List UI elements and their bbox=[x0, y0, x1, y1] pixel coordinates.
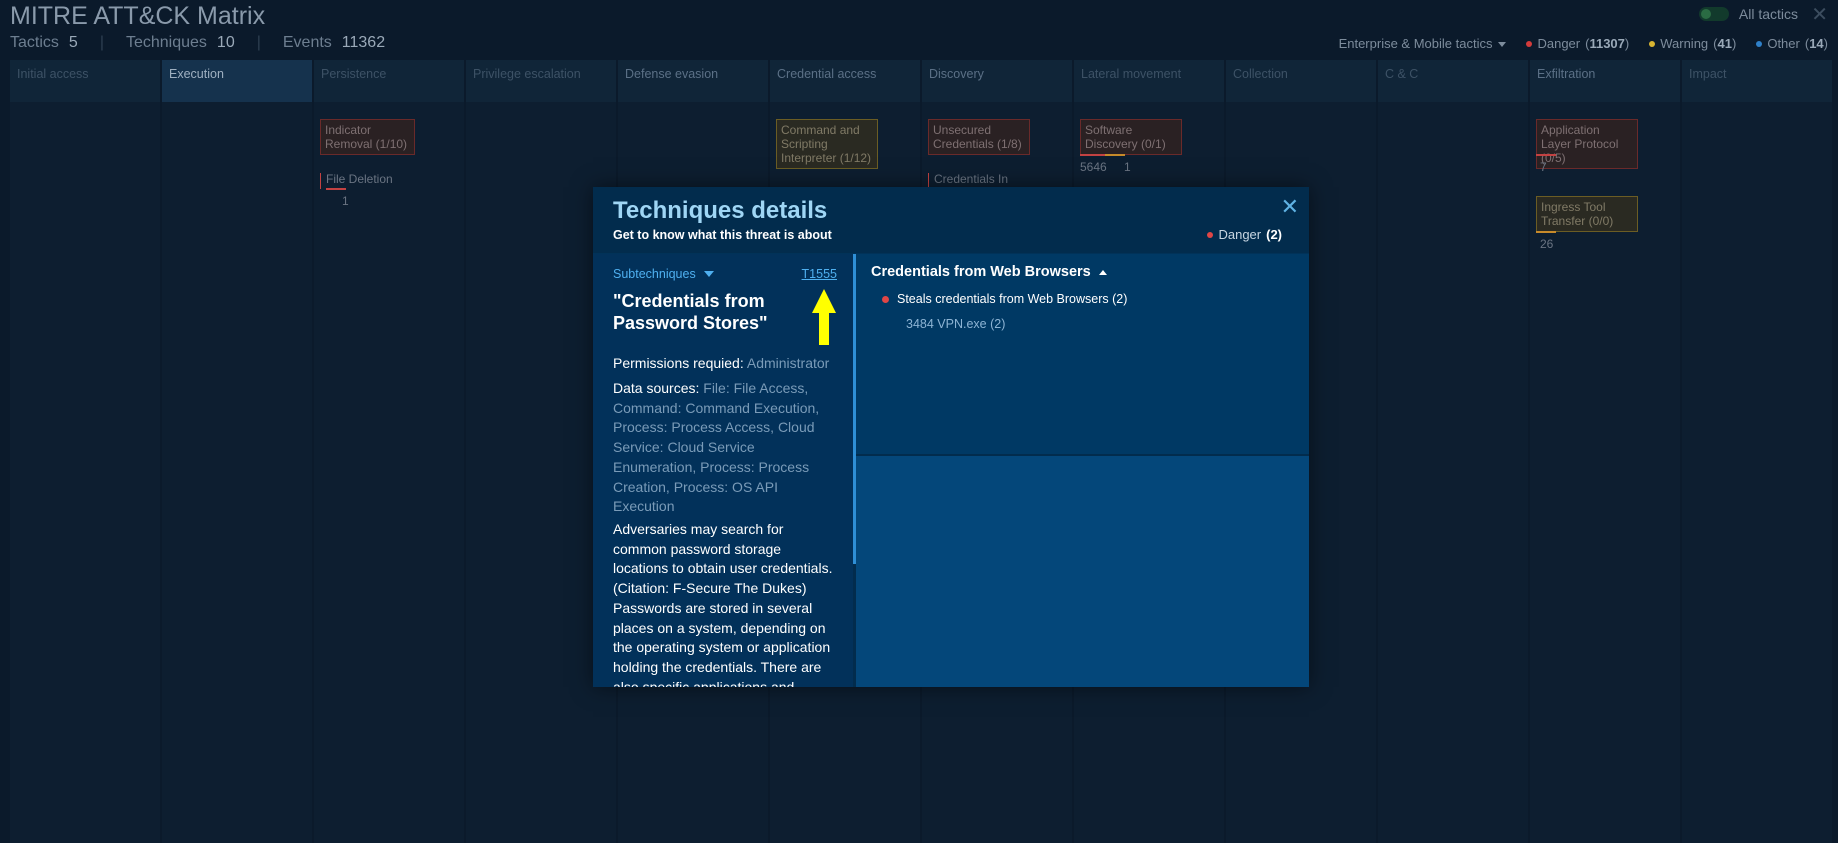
legend-danger[interactable]: Danger (11307) bbox=[1526, 36, 1629, 51]
all-tactics-toggle-row[interactable]: All tactics bbox=[1698, 6, 1798, 22]
danger-bar bbox=[1080, 154, 1105, 156]
permissions-label: Permissions requied: bbox=[613, 355, 744, 371]
legend-warning-label: Warning bbox=[1660, 36, 1709, 51]
danger-dot-icon bbox=[1526, 40, 1533, 47]
tactics-label: Tactics bbox=[10, 34, 59, 51]
techniques-label: Techniques bbox=[125, 34, 207, 51]
subtechnique-row[interactable]: Credentials In bbox=[934, 172, 1008, 186]
chevron-up-icon bbox=[1098, 269, 1107, 275]
legend-warning[interactable]: Warning (41) bbox=[1649, 36, 1736, 51]
close-icon[interactable]: ✕ bbox=[1811, 2, 1828, 27]
permissions-row: Permissions requied: Administrator bbox=[613, 355, 829, 371]
data-sources-label: Data sources: bbox=[613, 380, 700, 396]
status-badge: Danger (2) bbox=[1207, 227, 1282, 242]
filter-bar: Enterprise & Mobile tactics Danger (1130… bbox=[1339, 36, 1828, 51]
danger-dot-icon bbox=[1207, 231, 1214, 238]
details-empty-panel bbox=[856, 456, 1309, 687]
technique-id-link[interactable]: T1555 bbox=[802, 267, 837, 281]
tactic-header[interactable]: C & C bbox=[1378, 60, 1528, 102]
column-exfiltration: Exfiltration Application Layer Protocol … bbox=[1530, 60, 1680, 843]
techniques-details-modal: Techniques details Get to know what this… bbox=[593, 187, 1309, 687]
column-impact: Impact bbox=[1682, 60, 1832, 843]
all-tactics-label: All tactics bbox=[1738, 6, 1798, 22]
app-title: MITRE ATT&CK Matrix bbox=[10, 2, 266, 30]
technique-card[interactable]: Software Discovery (0/1) bbox=[1080, 119, 1182, 155]
danger-bar bbox=[326, 188, 346, 190]
technique-card[interactable]: Unsecured Credentials (1/8) bbox=[928, 119, 1030, 155]
warning-bar bbox=[1105, 154, 1125, 156]
tactic-header[interactable]: Privilege escalation bbox=[466, 60, 616, 102]
subtechniques-dropdown[interactable]: Subtechniques bbox=[613, 267, 714, 281]
column-persistence: Persistence Indicator Removal (1/10) Fil… bbox=[314, 60, 464, 843]
events-count: 11362 bbox=[341, 34, 386, 51]
technique-description: Adversaries may search for common passwo… bbox=[613, 521, 833, 687]
tactic-header[interactable]: Impact bbox=[1682, 60, 1832, 102]
danger-dot-icon bbox=[882, 295, 889, 303]
event-count: 26 bbox=[1540, 237, 1554, 251]
tactic-header[interactable]: Credential access bbox=[770, 60, 920, 102]
detection-item[interactable]: Steals credentials from Web Browsers (2) bbox=[882, 292, 1127, 306]
technique-card[interactable]: Command and Scripting Interpreter (1/12) bbox=[776, 119, 878, 169]
badge-label: Danger bbox=[1218, 227, 1262, 242]
subtechnique-title: Credentials from Web Browsers bbox=[871, 264, 1091, 280]
other-dot-icon bbox=[1756, 40, 1763, 47]
stats-bar: Tactics 5 | Techniques 10 | Events 11362 bbox=[10, 34, 385, 52]
tactic-header[interactable]: Lateral movement bbox=[1074, 60, 1224, 102]
tactic-header[interactable]: Exfiltration bbox=[1530, 60, 1680, 102]
tactic-header[interactable]: Execution bbox=[162, 60, 312, 102]
chevron-down-icon bbox=[703, 271, 714, 277]
technique-name: "Credentials from Password Stores" bbox=[613, 291, 768, 333]
legend-danger-label: Danger bbox=[1537, 36, 1581, 51]
all-tactics-toggle[interactable] bbox=[1698, 7, 1729, 21]
arrow-up-icon bbox=[812, 289, 836, 345]
close-icon[interactable]: ✕ bbox=[1281, 194, 1299, 220]
legend-other-label: Other bbox=[1767, 36, 1800, 51]
tactics-count: 5 bbox=[68, 34, 78, 51]
warning-bar bbox=[1536, 231, 1556, 233]
subtechnique-count: 1 bbox=[342, 194, 349, 208]
technique-card[interactable]: Indicator Removal (1/10) bbox=[320, 119, 415, 155]
danger-bar bbox=[320, 173, 321, 189]
subtechnique-header[interactable]: Credentials from Web Browsers bbox=[871, 264, 1107, 280]
modal-subtitle: Get to know what this threat is about bbox=[613, 228, 832, 242]
tactic-header[interactable]: Defense evasion bbox=[618, 60, 768, 102]
event-count: 1 bbox=[1124, 160, 1131, 174]
legend-other-count: (14) bbox=[1804, 36, 1828, 51]
badge-count: (2) bbox=[1266, 227, 1282, 242]
tactic-header[interactable]: Collection bbox=[1226, 60, 1376, 102]
event-count: 5646 bbox=[1080, 160, 1107, 174]
permissions-value: Administrator bbox=[746, 355, 830, 371]
modal-title: Techniques details bbox=[613, 197, 828, 224]
detection-label: Steals credentials from Web Browsers (2) bbox=[897, 292, 1128, 306]
warning-dot-icon bbox=[1649, 40, 1656, 47]
tactic-header[interactable]: Initial access bbox=[10, 60, 160, 102]
tactics-dropdown-label: Enterprise & Mobile tactics bbox=[1338, 36, 1493, 51]
technique-info-pane[interactable]: Subtechniques T1555 "Credentials from Pa… bbox=[593, 254, 853, 687]
chevron-down-icon bbox=[1498, 42, 1507, 48]
column-c-and-c: C & C bbox=[1378, 60, 1528, 843]
column-execution: Execution bbox=[162, 60, 312, 843]
data-sources-value: File: File Access, Command: Command Exec… bbox=[613, 380, 820, 515]
techniques-count: 10 bbox=[216, 34, 235, 51]
process-item[interactable]: 3484 VPN.exe (2) bbox=[906, 317, 1005, 331]
data-sources: Data sources: File: File Access, Command… bbox=[613, 379, 838, 517]
tactics-dropdown[interactable]: Enterprise & Mobile tactics bbox=[1339, 36, 1507, 51]
column-initial-access: Initial access bbox=[10, 60, 160, 843]
subtechnique-panel: Credentials from Web Browsers Steals cre… bbox=[856, 254, 1309, 454]
event-count: 7 bbox=[1540, 160, 1547, 174]
technique-card[interactable]: Application Layer Protocol (0/5) bbox=[1536, 119, 1638, 169]
legend-danger-count: (11307) bbox=[1585, 36, 1630, 51]
danger-bar bbox=[1536, 154, 1556, 156]
legend-warning-count: (41) bbox=[1713, 36, 1737, 51]
events-label: Events bbox=[282, 34, 332, 51]
subtechniques-label: Subtechniques bbox=[613, 267, 696, 281]
tactic-header[interactable]: Persistence bbox=[314, 60, 464, 102]
technique-card[interactable]: Ingress Tool Transfer (0/0) bbox=[1536, 196, 1638, 232]
divider: | bbox=[256, 34, 261, 51]
divider: | bbox=[99, 34, 104, 51]
legend-other[interactable]: Other (14) bbox=[1756, 36, 1828, 51]
tactic-header[interactable]: Discovery bbox=[922, 60, 1072, 102]
subtechnique-row[interactable]: File Deletion bbox=[326, 172, 393, 186]
